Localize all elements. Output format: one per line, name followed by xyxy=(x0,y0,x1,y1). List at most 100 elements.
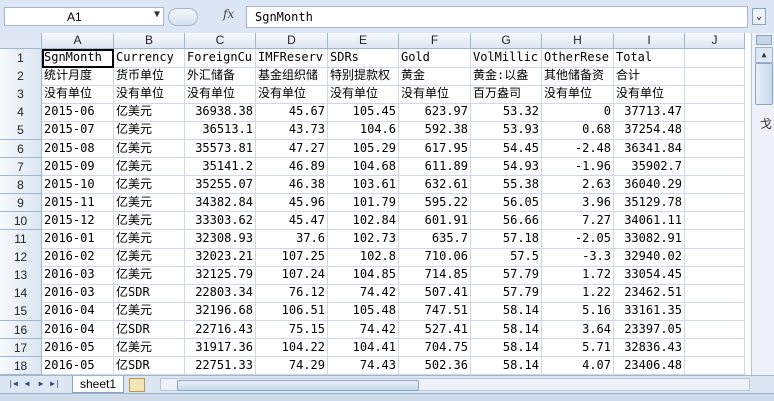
column-header-d[interactable]: D xyxy=(256,33,328,49)
cell-d8[interactable]: 46.38 xyxy=(256,175,328,195)
cell-i15[interactable]: 33161.35 xyxy=(614,302,685,321)
cell-b13[interactable]: 亿美元 xyxy=(114,266,185,285)
cell-c3[interactable]: 没有单位 xyxy=(185,85,256,104)
cell-c7[interactable]: 35141.2 xyxy=(185,157,256,177)
cell-h11[interactable]: -2.05 xyxy=(542,230,614,249)
cell-j5[interactable] xyxy=(685,121,745,140)
first-sheet-icon[interactable]: |◀ xyxy=(8,378,18,390)
cell-j13[interactable] xyxy=(685,266,745,285)
cell-b8[interactable]: 亿美元 xyxy=(114,175,185,195)
cell-f4[interactable]: 623.97 xyxy=(399,103,471,122)
cell-d5[interactable]: 43.73 xyxy=(256,121,328,140)
cell-e16[interactable]: 74.42 xyxy=(328,320,399,340)
prev-sheet-icon[interactable]: ◀ xyxy=(22,378,32,390)
cell-d14[interactable]: 76.12 xyxy=(256,284,328,303)
scroll-up-arrow-icon[interactable]: ▲ xyxy=(755,47,773,63)
cell-a7[interactable]: 2015-09 xyxy=(42,157,114,177)
cell-i14[interactable]: 23462.51 xyxy=(614,284,685,303)
cell-j2[interactable] xyxy=(685,67,745,86)
formula-input[interactable]: SgnMonth xyxy=(246,6,748,28)
column-header-b[interactable]: B xyxy=(114,33,185,49)
cell-c6[interactable]: 35573.81 xyxy=(185,139,256,159)
cell-h14[interactable]: 1.22 xyxy=(542,284,614,303)
cell-c13[interactable]: 32125.79 xyxy=(185,266,256,285)
cell-d10[interactable]: 45.47 xyxy=(256,211,328,231)
column-header-a[interactable]: A xyxy=(42,33,114,49)
column-header-j[interactable]: J xyxy=(685,33,745,49)
cell-d13[interactable]: 107.24 xyxy=(256,266,328,285)
cell-h2[interactable]: 其他储备资 xyxy=(542,67,614,86)
cell-h12[interactable]: -3.3 xyxy=(542,248,614,267)
row-header[interactable]: 16 xyxy=(0,320,42,340)
cell-b5[interactable]: 亿美元 xyxy=(114,121,185,140)
cell-j15[interactable] xyxy=(685,302,745,321)
cell-j8[interactable] xyxy=(685,175,745,195)
cell-i9[interactable]: 35129.78 xyxy=(614,193,685,213)
cell-g11[interactable]: 57.18 xyxy=(471,230,542,249)
cell-f15[interactable]: 747.51 xyxy=(399,302,471,321)
spreadsheet-grid[interactable]: A B C D E F G H I J 1 SgnMonth Currency ForeignCu IMFR… xyxy=(0,33,751,375)
cell-b2[interactable]: 货币单位 xyxy=(114,67,185,86)
cell-e3[interactable]: 没有单位 xyxy=(328,85,399,104)
cell-d9[interactable]: 45.96 xyxy=(256,193,328,213)
cell-j18[interactable] xyxy=(685,356,745,375)
cell-b15[interactable]: 亿美元 xyxy=(114,302,185,321)
row-header[interactable]: 3 xyxy=(0,85,42,104)
cell-e5[interactable]: 104.6 xyxy=(328,121,399,140)
cell-g7[interactable]: 54.93 xyxy=(471,157,542,177)
cell-d4[interactable]: 45.67 xyxy=(256,103,328,122)
cell-a18[interactable]: 2016-05 xyxy=(42,356,114,375)
cell-h17[interactable]: 5.71 xyxy=(542,338,614,358)
cell-j11[interactable] xyxy=(685,230,745,249)
cell-i7[interactable]: 35902.7 xyxy=(614,157,685,177)
cell-b18[interactable]: 亿SDR xyxy=(114,356,185,375)
cell-c17[interactable]: 31917.36 xyxy=(185,338,256,358)
row-header[interactable]: 6 xyxy=(0,139,42,159)
cell-c18[interactable]: 22751.33 xyxy=(185,356,256,375)
cell-b7[interactable]: 亿美元 xyxy=(114,157,185,177)
horizontal-scrollbar[interactable] xyxy=(160,378,750,391)
cell-g16[interactable]: 58.14 xyxy=(471,320,542,340)
cell-d1[interactable]: IMFReserv xyxy=(256,49,328,68)
cell-b9[interactable]: 亿美元 xyxy=(114,193,185,213)
cell-d3[interactable]: 没有单位 xyxy=(256,85,328,104)
cell-c9[interactable]: 34382.84 xyxy=(185,193,256,213)
cell-c4[interactable]: 36938.38 xyxy=(185,103,256,122)
cell-b14[interactable]: 亿SDR xyxy=(114,284,185,303)
cell-d12[interactable]: 107.25 xyxy=(256,248,328,267)
row-header[interactable]: 4 xyxy=(0,103,42,122)
cell-h15[interactable]: 5.16 xyxy=(542,302,614,321)
cell-c10[interactable]: 33303.62 xyxy=(185,211,256,231)
fx-icon[interactable]: fx xyxy=(223,7,234,21)
column-header-f[interactable]: F xyxy=(399,33,471,49)
cell-a2[interactable]: 统计月度 xyxy=(42,67,114,86)
cell-j9[interactable] xyxy=(685,193,745,213)
cell-c5[interactable]: 36513.1 xyxy=(185,121,256,140)
cell-e11[interactable]: 102.73 xyxy=(328,230,399,249)
cell-g12[interactable]: 57.5 xyxy=(471,248,542,267)
select-all-corner[interactable] xyxy=(0,33,42,49)
cell-j16[interactable] xyxy=(685,320,745,340)
cell-i6[interactable]: 36341.84 xyxy=(614,139,685,159)
cell-h16[interactable]: 3.64 xyxy=(542,320,614,340)
cell-e10[interactable]: 102.84 xyxy=(328,211,399,231)
cell-j14[interactable] xyxy=(685,284,745,303)
row-header[interactable]: 17 xyxy=(0,338,42,358)
cell-f18[interactable]: 502.36 xyxy=(399,356,471,375)
cell-i3[interactable]: 没有单位 xyxy=(614,85,685,104)
cell-g2[interactable]: 黄金:以盎 xyxy=(471,67,542,86)
cell-j7[interactable] xyxy=(685,157,745,177)
cell-b1[interactable]: Currency xyxy=(114,49,185,68)
cell-i12[interactable]: 32940.02 xyxy=(614,248,685,267)
cell-b16[interactable]: 亿SDR xyxy=(114,320,185,340)
row-header[interactable]: 8 xyxy=(0,175,42,195)
cell-j4[interactable] xyxy=(685,103,745,122)
cell-g9[interactable]: 56.05 xyxy=(471,193,542,213)
cell-j1[interactable] xyxy=(685,49,745,68)
cell-e12[interactable]: 102.8 xyxy=(328,248,399,267)
row-header[interactable]: 10 xyxy=(0,211,42,231)
cell-f5[interactable]: 592.38 xyxy=(399,121,471,140)
cell-j10[interactable] xyxy=(685,211,745,231)
cell-h6[interactable]: -2.48 xyxy=(542,139,614,159)
cell-e7[interactable]: 104.68 xyxy=(328,157,399,177)
